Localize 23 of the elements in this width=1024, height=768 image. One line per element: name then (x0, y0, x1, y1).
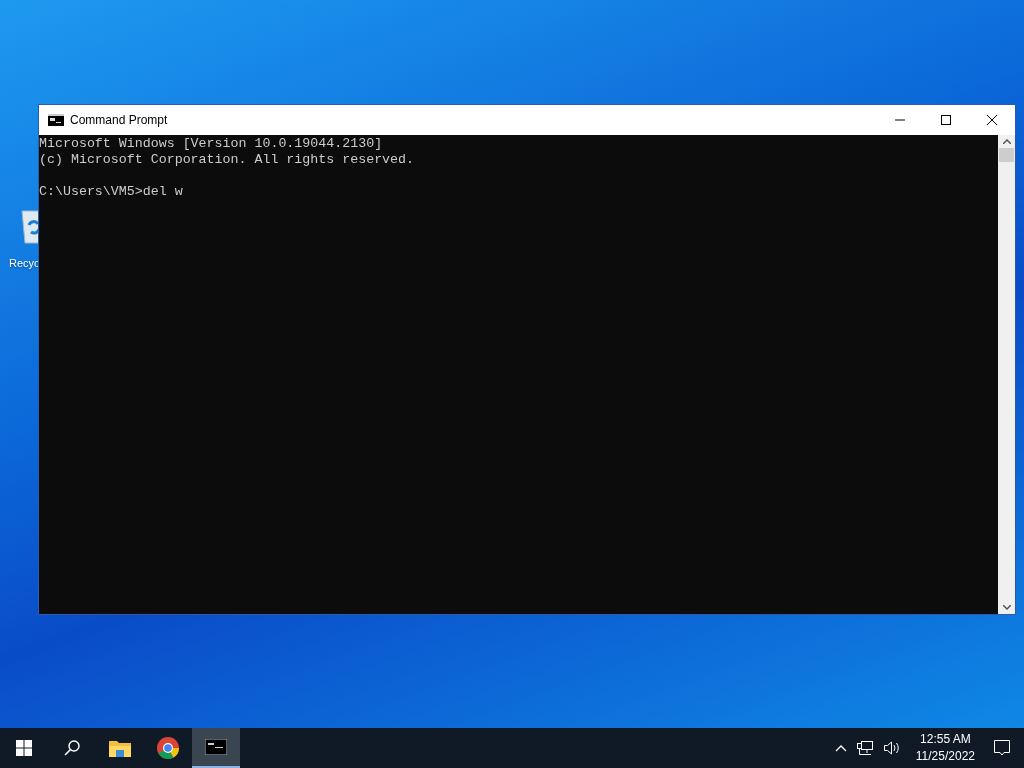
windows-logo-icon (16, 740, 32, 756)
scroll-up-icon[interactable] (1002, 139, 1011, 144)
console-line: C:\Users\VM5>del w (39, 184, 184, 200)
console-icon (48, 114, 64, 126)
console-line: Microsoft Windows [Version 10.0.19044.2130] (39, 136, 384, 152)
clock-button[interactable]: 12:55 AM 11/25/2022 (915, 731, 975, 765)
search-icon (64, 740, 80, 756)
desktop-icon-label[interactable]: Recyc (9, 257, 40, 269)
console-line: (c) Microsoft Corporation. All rights reserved. (39, 152, 416, 168)
close-icon (987, 115, 997, 125)
notification-icon[interactable] (993, 739, 1011, 757)
window-title: Command Prompt (70, 113, 168, 127)
folder-icon (109, 739, 131, 757)
scrollbar[interactable] (998, 135, 1015, 614)
console-icon (205, 739, 227, 755)
scroll-down-icon[interactable] (1002, 605, 1011, 610)
scroll-thumb[interactable] (999, 148, 1014, 162)
chevron-up-icon[interactable] (834, 744, 847, 752)
network-icon[interactable] (856, 740, 873, 756)
speaker-icon[interactable] (882, 740, 901, 756)
browser-icon (157, 737, 179, 759)
maximize-icon (941, 115, 951, 125)
taskbar-button[interactable] (192, 728, 240, 768)
